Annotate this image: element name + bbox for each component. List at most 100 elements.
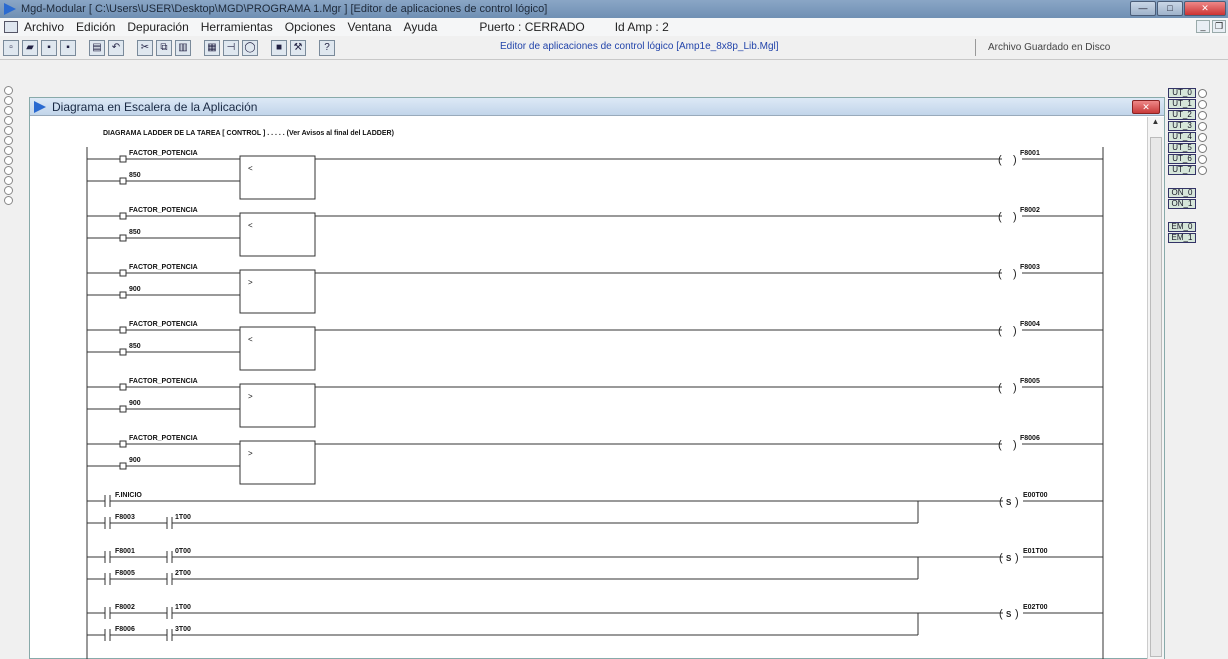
port-status: Puerto : CERRADO bbox=[479, 20, 585, 34]
contact-icon[interactable]: ⊣ bbox=[223, 39, 239, 56]
coil-left: ( bbox=[998, 382, 1002, 394]
output-ut1[interactable]: UT_1 bbox=[1168, 99, 1196, 109]
on-1[interactable]: ON_1 bbox=[1168, 199, 1196, 209]
coil-icon[interactable]: ◯ bbox=[242, 39, 258, 56]
output-ut3[interactable]: UT_3 bbox=[1168, 121, 1196, 131]
ladder-close-button[interactable]: ✕ bbox=[1132, 100, 1160, 114]
app-icon bbox=[4, 3, 16, 15]
menu-archivo[interactable]: Archivo bbox=[24, 20, 64, 34]
undo-icon[interactable]: ↶ bbox=[108, 39, 124, 56]
tools-icon[interactable]: ⚒ bbox=[290, 39, 306, 56]
output-led bbox=[1198, 143, 1207, 153]
mdi-minimize-button[interactable]: _ bbox=[1196, 20, 1210, 33]
branch-contact-label: 1T00 bbox=[175, 514, 191, 521]
menu-depuracion[interactable]: Depuración bbox=[127, 20, 188, 34]
menu-ayuda[interactable]: Ayuda bbox=[404, 20, 438, 34]
compare-block bbox=[239, 383, 316, 428]
help-icon[interactable]: ? bbox=[319, 39, 335, 56]
scroll-up-icon[interactable]: ▲ bbox=[1148, 117, 1163, 131]
input-terminal bbox=[119, 440, 127, 448]
output-ut7[interactable]: UT_7 bbox=[1168, 165, 1196, 175]
copy-icon[interactable]: ⧉ bbox=[156, 39, 172, 56]
compare-constant-label: 850 bbox=[129, 229, 141, 236]
input-terminal bbox=[119, 269, 127, 277]
output-ut5[interactable]: UT_5 bbox=[1168, 143, 1196, 153]
compare-operator: > bbox=[248, 449, 253, 458]
output-led bbox=[1198, 88, 1207, 98]
output-led bbox=[1198, 165, 1207, 175]
left-indicator bbox=[4, 86, 13, 95]
left-indicator bbox=[4, 186, 13, 195]
coil-left: ( bbox=[998, 439, 1002, 451]
coil-output-label: F8006 bbox=[1020, 435, 1040, 442]
ladder-canvas[interactable]: DIAGRAMA LADDER DE LA TAREA [ CONTROL ] … bbox=[30, 117, 1147, 659]
menu-herramientas[interactable]: Herramientas bbox=[201, 20, 273, 34]
menu-opciones[interactable]: Opciones bbox=[285, 20, 336, 34]
compile-icon[interactable]: ■ bbox=[271, 39, 287, 56]
open-folder-icon[interactable]: ▰ bbox=[22, 39, 38, 56]
output-ut4[interactable]: UT_4 bbox=[1168, 132, 1196, 142]
window-title: Mgd-Modular [ C:\Users\USER\Desktop\MGD\… bbox=[21, 3, 548, 15]
compare-constant-label: 850 bbox=[129, 172, 141, 179]
compare-operator: > bbox=[248, 278, 253, 287]
output-led bbox=[1198, 154, 1207, 164]
new-file-icon[interactable]: ▫ bbox=[3, 39, 19, 56]
left-indicator bbox=[4, 156, 13, 165]
contact-label: F8002 bbox=[115, 604, 135, 611]
constant-terminal bbox=[119, 348, 127, 356]
output-led bbox=[1198, 121, 1207, 131]
menu-window-icon[interactable] bbox=[4, 21, 18, 33]
paste-icon[interactable]: ▥ bbox=[175, 39, 191, 56]
em-1[interactable]: EM_1 bbox=[1168, 233, 1196, 243]
cut-icon[interactable]: ✂ bbox=[137, 39, 153, 56]
save-all-icon[interactable]: ▪ bbox=[60, 39, 76, 56]
coil-output-label: E00T00 bbox=[1023, 492, 1048, 499]
coil-output-label: F8004 bbox=[1020, 321, 1040, 328]
compare-block bbox=[239, 155, 316, 200]
coil-left: ( bbox=[999, 552, 1003, 564]
coil-left: ( bbox=[999, 608, 1003, 620]
left-indicator bbox=[4, 96, 13, 105]
coil-output-label: E02T00 bbox=[1023, 604, 1048, 611]
left-indicator bbox=[4, 146, 13, 155]
grid-icon[interactable]: ▦ bbox=[204, 39, 220, 56]
contact-label: F.INICIO bbox=[115, 492, 142, 499]
compare-input-label: FACTOR_POTENCIA bbox=[129, 264, 198, 271]
constant-terminal bbox=[119, 291, 127, 299]
compare-operator: < bbox=[248, 335, 253, 344]
minimize-button[interactable]: — bbox=[1130, 1, 1156, 16]
ladder-diagram: DIAGRAMA LADDER DE LA TAREA [ CONTROL ] … bbox=[86, 130, 1104, 659]
toolbar: ▫ ▰ ▪ ▪ ▤ ↶ ✂ ⧉ ▥ ▦ ⊣ ◯ ■ ⚒ ? Editor de … bbox=[0, 36, 1228, 60]
input-terminal bbox=[119, 383, 127, 391]
compare-constant-label: 900 bbox=[129, 400, 141, 407]
scroll-thumb[interactable] bbox=[1150, 137, 1162, 657]
output-led bbox=[1198, 132, 1207, 142]
print-icon[interactable]: ▤ bbox=[89, 39, 105, 56]
compare-block bbox=[239, 269, 316, 314]
ladder-window-titlebar: Diagrama en Escalera de la Aplicación bbox=[30, 98, 1164, 116]
output-ut0[interactable]: UT_0 bbox=[1168, 88, 1196, 98]
close-button[interactable]: ✕ bbox=[1184, 1, 1226, 16]
compare-input-label: FACTOR_POTENCIA bbox=[129, 378, 198, 385]
ladder-window-title: Diagrama en Escalera de la Aplicación bbox=[52, 99, 258, 114]
left-indicator bbox=[4, 136, 13, 145]
output-ut2[interactable]: UT_2 bbox=[1168, 110, 1196, 120]
vertical-scrollbar[interactable]: ▲ bbox=[1147, 117, 1164, 659]
coil-right: ) bbox=[1013, 382, 1017, 394]
coil-output-label: F8001 bbox=[1020, 150, 1040, 157]
menu-ventana[interactable]: Ventana bbox=[347, 20, 391, 34]
output-ut6[interactable]: UT_6 bbox=[1168, 154, 1196, 164]
on-0[interactable]: ON_0 bbox=[1168, 188, 1196, 198]
coil-output-label: F8003 bbox=[1020, 264, 1040, 271]
maximize-button[interactable]: □ bbox=[1157, 1, 1183, 16]
save-status: Archivo Guardado en Disco bbox=[975, 39, 1165, 56]
save-icon[interactable]: ▪ bbox=[41, 39, 57, 56]
branch-contact-label: F8006 bbox=[115, 626, 135, 633]
left-indicator bbox=[4, 116, 13, 125]
coil-right: ) bbox=[1013, 439, 1017, 451]
mdi-restore-button[interactable]: ❐ bbox=[1212, 20, 1226, 33]
input-terminal bbox=[119, 212, 127, 220]
coil-output-label: E01T00 bbox=[1023, 548, 1048, 555]
em-0[interactable]: EM_0 bbox=[1168, 222, 1196, 232]
menu-edicion[interactable]: Edición bbox=[76, 20, 115, 34]
